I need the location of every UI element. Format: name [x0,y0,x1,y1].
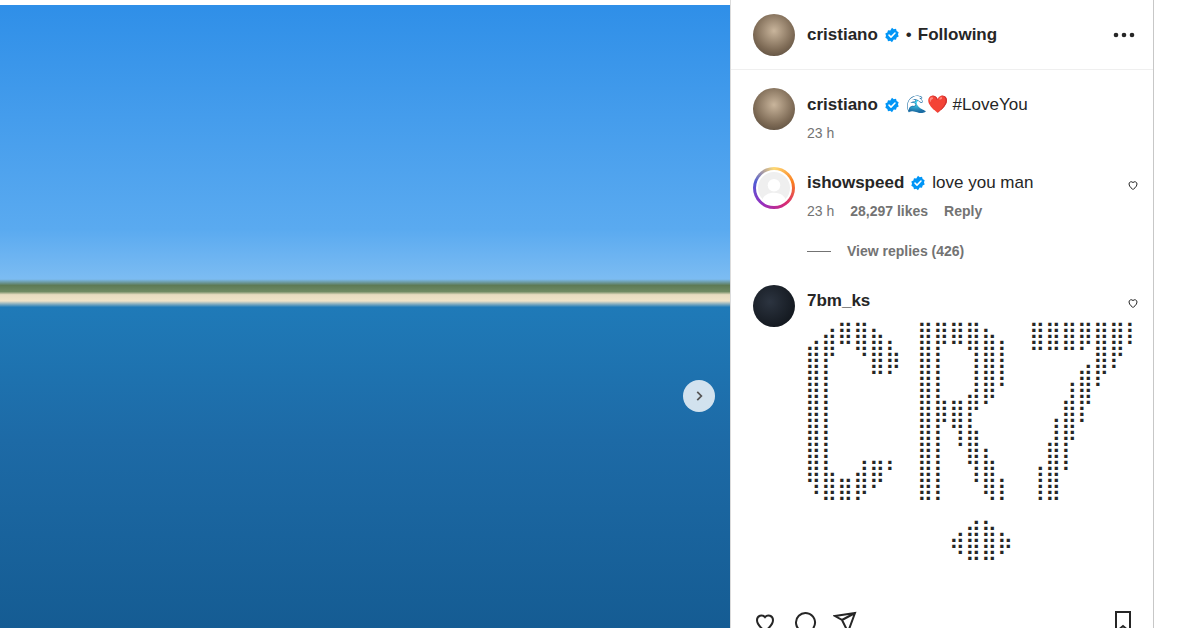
chevron-right-icon [692,389,706,403]
post-photo [0,5,730,628]
default-avatar-icon [759,174,789,204]
caption-avatar[interactable] [753,88,795,130]
heart-icon[interactable] [1127,297,1139,309]
comment-art: ⢀⣴⣿⣿⣦⡀⠀⣿⣿⣿⣿⣦⡀⠀⣿⣿⣿⣿⣿⣿⡇⣿⡟⠀⠙⣿⣷⠀⣿⡇⠀⢹⣿⡇⠀⠉⠉⠉⢁⣿… [805,321,1115,561]
caption-text: 🌊❤️ #LoveYou [906,94,1028,115]
verified-icon [910,175,926,191]
caption-meta: 23 h [807,125,1139,141]
comment-author[interactable]: 7bm_ks [807,291,870,311]
caption-author[interactable]: cristiano [807,95,878,115]
comment-meta: 23 h 28,297 likes Reply [807,203,1115,219]
header-line: cristiano • Following [807,25,997,45]
follow-button[interactable]: Following [918,25,997,45]
bookmark-icon[interactable] [1111,610,1135,628]
action-bar [731,610,1153,628]
comment: ishowspeed love you man 23 h 28,297 likes Re… [753,167,1139,259]
comment-likes[interactable]: 28,297 likes [850,203,928,219]
more-icon[interactable] [1113,32,1135,38]
caption: cristiano 🌊❤️ #LoveYou 23 h [753,88,1139,141]
comment-icon[interactable] [793,610,817,628]
verified-icon [884,97,900,113]
comments: cristiano 🌊❤️ #LoveYou 23 h ishowspeed love … [731,70,1153,610]
author-avatar[interactable] [753,14,795,56]
heart-icon[interactable] [753,610,777,628]
comment-text: love you man [932,173,1033,193]
comment-author[interactable]: ishowspeed [807,173,904,193]
comment: 7bm_ks ⢀⣴⣿⣿⣦⡀⠀⣿⣿⣿⣿⣦⡀⠀⣿⣿⣿⣿⣿⣿⡇⣿⡟⠀⠙⣿⣷⠀⣿⡇⠀⢹⣿⡇… [753,285,1139,561]
comment-avatar[interactable] [753,167,795,209]
next-button[interactable] [683,380,715,412]
author-name[interactable]: cristiano [807,25,878,45]
reply-button[interactable]: Reply [944,203,982,219]
comment-time: 23 h [807,203,834,219]
caption-time: 23 h [807,125,834,141]
view-replies[interactable]: View replies (426) [807,243,1115,259]
share-icon[interactable] [833,610,857,628]
photo-area [0,0,730,628]
post-header: cristiano • Following [731,0,1153,70]
heart-icon[interactable] [1127,179,1139,191]
separator: • [906,25,912,45]
post-panel: cristiano • Following cristiano 🌊❤️ #LoveYou… [730,0,1154,628]
instagram-post: cristiano • Following cristiano 🌊❤️ #LoveYou… [0,0,1200,628]
verified-icon [884,27,900,43]
comment-avatar[interactable] [753,285,795,327]
